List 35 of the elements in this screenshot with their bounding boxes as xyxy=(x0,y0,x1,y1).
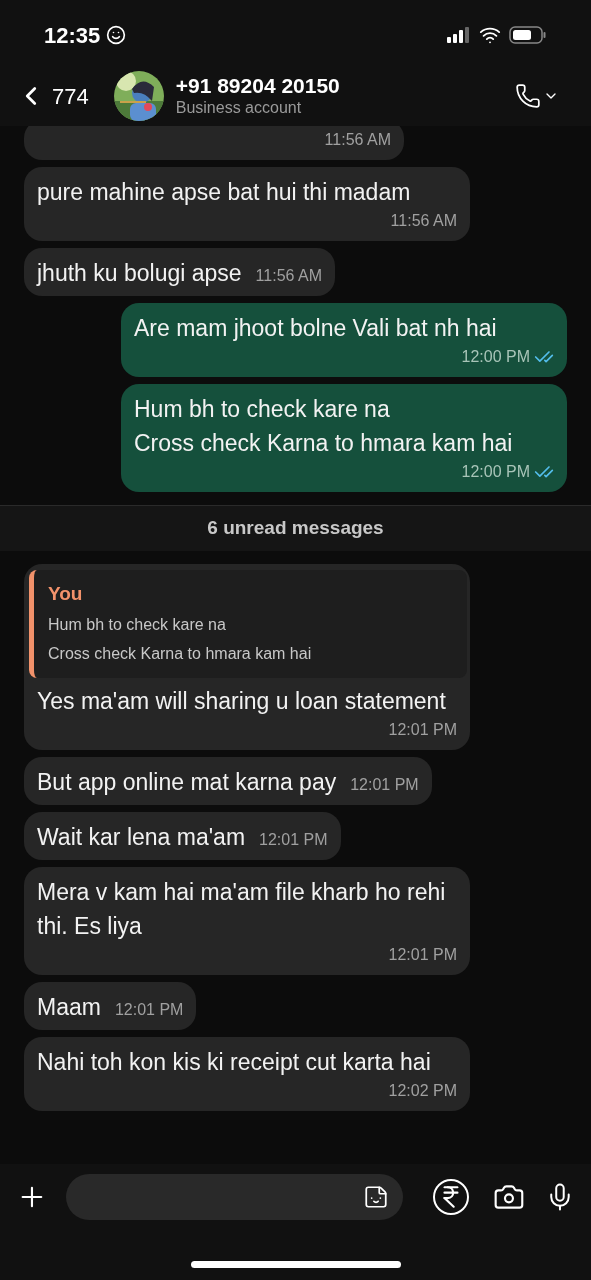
message-time: 12:00 PM xyxy=(461,347,530,367)
quoted-text: Hum bh to check kare na Cross check Karna to hmara kam hai xyxy=(48,615,313,664)
message-time: 12:01 PM xyxy=(259,830,328,850)
battery-icon xyxy=(509,26,547,44)
message-text: Are mam jhoot bolne Vali bat nh hai xyxy=(134,314,497,343)
contact-name: +91 89204 20150 xyxy=(175,74,340,98)
message-text: Wait kar lena ma'am xyxy=(37,823,246,852)
message-time: 12:02 PM xyxy=(388,1081,457,1101)
message-text: Maam xyxy=(37,993,101,1022)
message-time: 12:01 PM xyxy=(114,1000,184,1020)
message-time: 11:56 AM xyxy=(255,266,323,286)
message-time: 12:01 PM xyxy=(388,945,457,965)
message-text: But app online mat karna pay xyxy=(37,768,337,797)
message-text: Nahi toh kon kis ki receipt cut karta hai xyxy=(37,1048,431,1077)
status-time: 12:35 xyxy=(44,21,101,50)
contact-subtitle: Business account xyxy=(175,98,303,118)
message-time: 12:01 PM xyxy=(388,720,457,740)
phone-icon xyxy=(515,83,541,109)
message-text: Yes ma'am will sharing u loan statement xyxy=(37,687,446,716)
message-time: 11:56 AM xyxy=(324,130,391,150)
message-text: Mera v kam hai ma'am file kharb ho rehi thi. Es liya xyxy=(37,878,447,941)
message-text: jhuth ku bolugi apse xyxy=(37,259,242,288)
message-time: 12:00 PM xyxy=(461,462,530,482)
message-time: 12:01 PM xyxy=(350,775,419,795)
smiley-icon xyxy=(106,25,127,45)
message-time: 11:56 AM xyxy=(390,211,457,231)
sticker-icon[interactable] xyxy=(363,1184,390,1210)
back-button[interactable]: 774 xyxy=(16,79,89,113)
message-text: Hum bh to check kare na Cross check Karna to hmara kam hai xyxy=(134,395,513,458)
signal-icon xyxy=(447,27,471,43)
payment-icon[interactable] xyxy=(433,1179,470,1215)
quoted-author: You xyxy=(48,581,84,606)
unread-label: 6 unread messages xyxy=(207,516,384,540)
message-text: pure mahine apse bat hui thi madam xyxy=(37,178,411,207)
quoted-message[interactable]: You Hum bh to check kare na Cross check Karna to hmara kam hai xyxy=(29,569,467,678)
